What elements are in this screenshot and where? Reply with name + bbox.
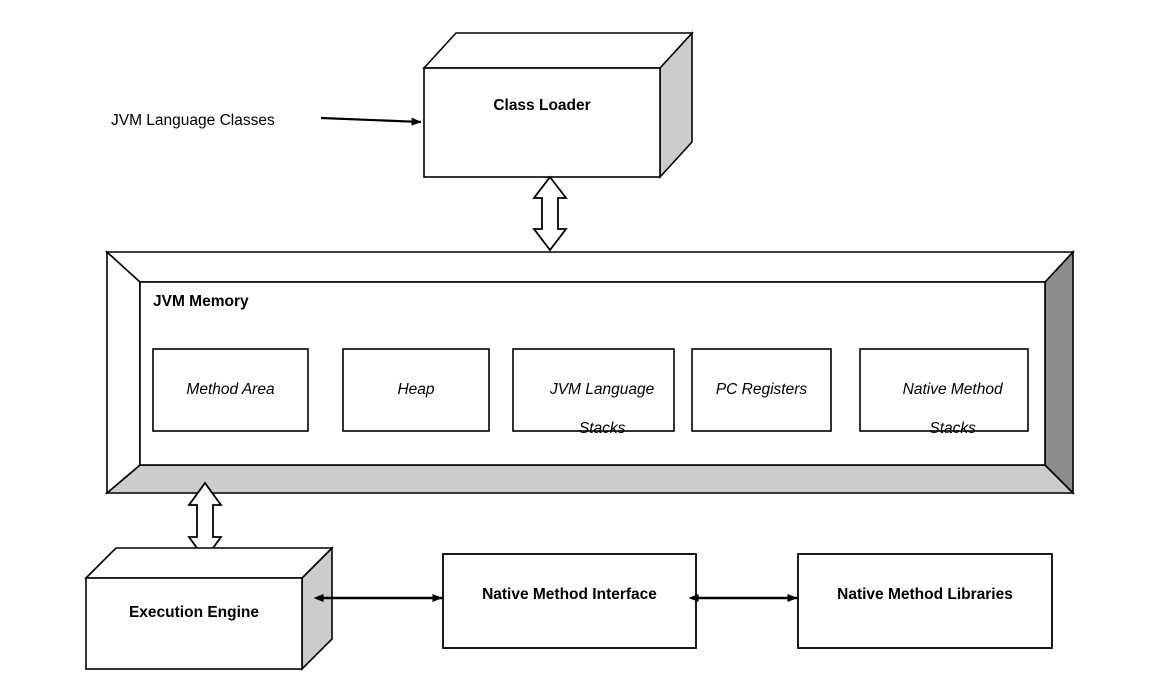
execution-engine-label: Execution Engine: [128, 604, 260, 621]
jvm-architecture-diagram: JVM Language Classes Class Loader JVM Me…: [0, 0, 1152, 698]
classes-to-class-loader-arrow: [320, 116, 422, 126]
execution-engine-top-face: [84, 547, 334, 579]
memory-region-label-method-area: Method Area: [186, 381, 275, 398]
class-loader-to-jvm-memory-arrow: [532, 175, 568, 252]
memory-region-label-line2: Stacks: [929, 420, 976, 438]
native-method-libraries-label: Native Method Libraries: [837, 586, 1013, 603]
memory-region-label-heap: Heap: [397, 381, 435, 398]
memory-region-label-line2: Stacks: [578, 420, 626, 438]
jvm-language-classes-label: JVM Language Classes: [111, 112, 275, 129]
jvm-memory-right-face: [1044, 249, 1074, 495]
memory-region-label-native-method-stacks: Native Method Stacks: [860, 361, 1028, 458]
class-loader-top-face: [422, 32, 694, 69]
memory-region-label-pc-registers: PC Registers: [715, 381, 808, 398]
execution-engine-front-face: [85, 577, 303, 670]
jvm-memory-bottom-face: [104, 464, 1075, 494]
memory-region-label-line1: Native Method: [902, 381, 1003, 399]
class-loader-label: Class Loader: [493, 97, 591, 114]
memory-region-label-jvm-language-stacks: JVM Language Stacks: [513, 361, 674, 458]
jvm-memory-top-face: [104, 251, 1075, 283]
jvm-memory-left-face: [106, 250, 141, 495]
memory-region-label-line1: JVM Language: [549, 381, 655, 399]
jvm-memory-label: JVM Memory: [153, 293, 249, 310]
class-loader-front-face: [423, 67, 661, 178]
native-method-interface-label: Native Method Interface: [482, 586, 657, 603]
